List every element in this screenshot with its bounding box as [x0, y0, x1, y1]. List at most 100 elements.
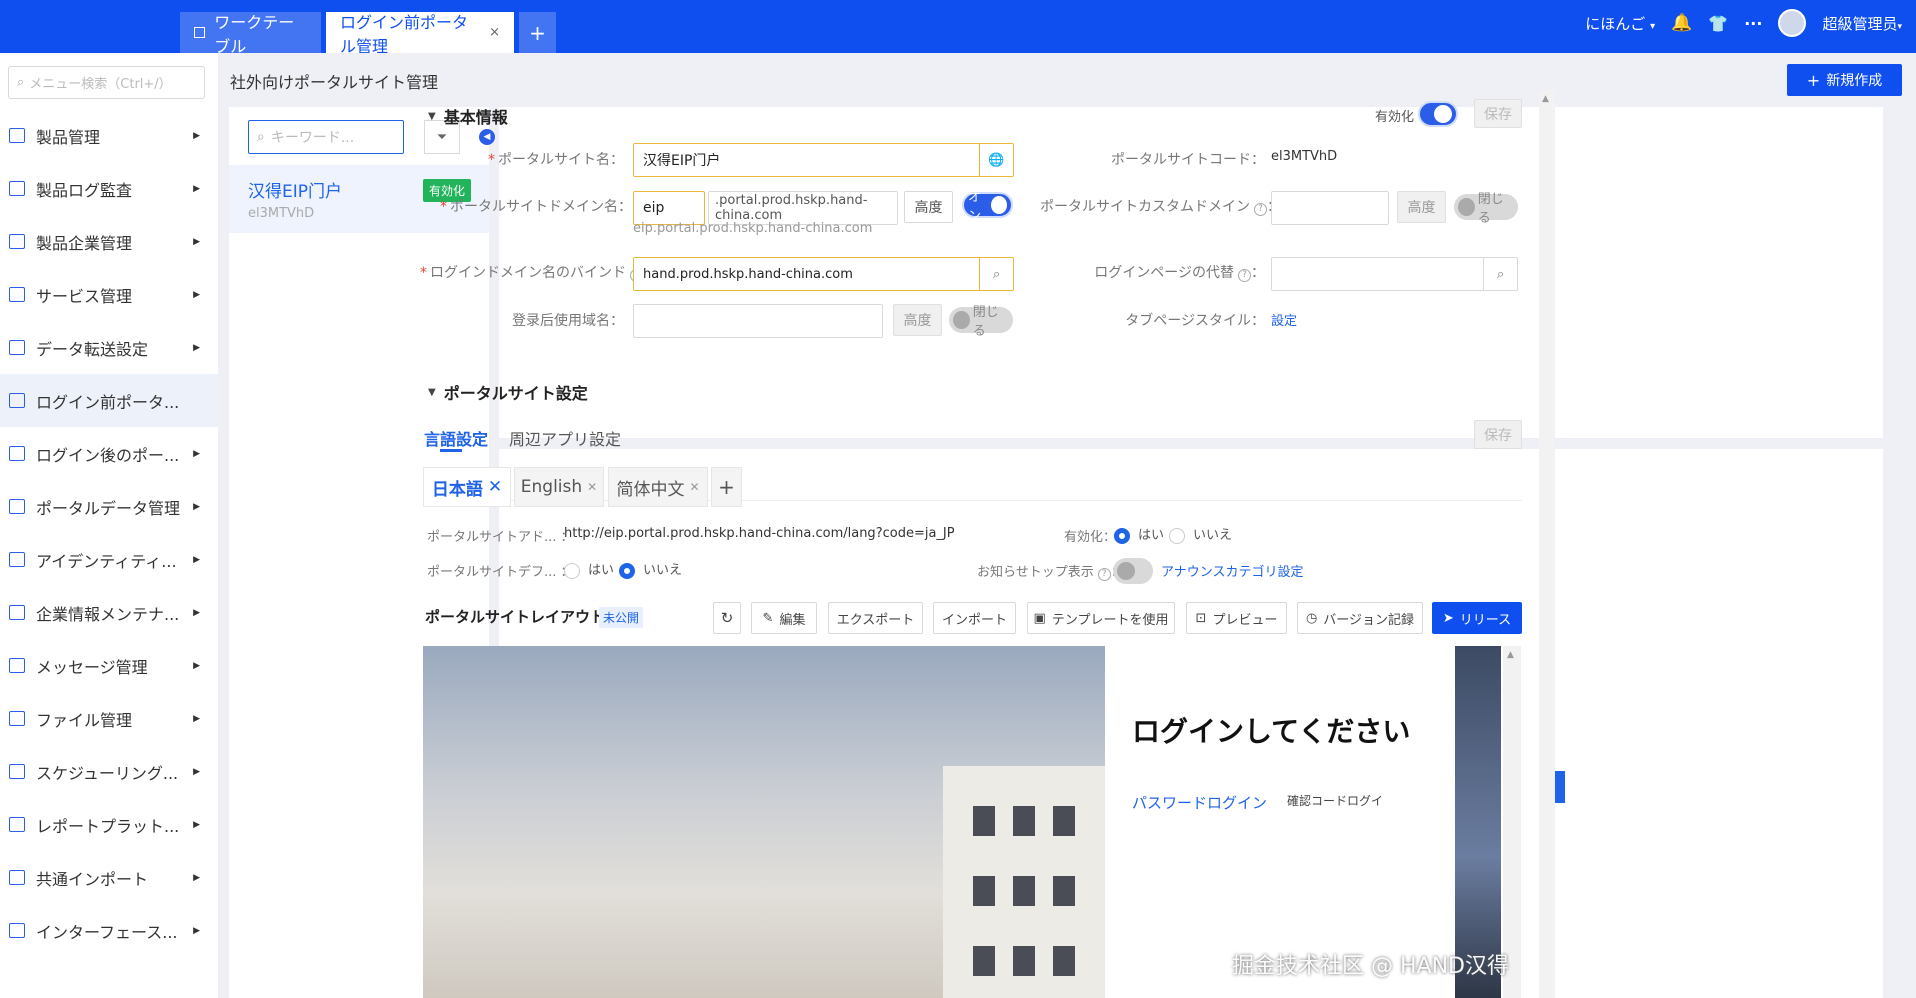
sidebar-item-label: 企業情報メンテナ...	[36, 604, 180, 624]
caret-right-icon: ▶	[193, 236, 200, 247]
close-icon[interactable]: ✕	[587, 480, 597, 494]
announcement-category-link[interactable]: アナウンスカテゴリ設定	[1161, 561, 1303, 580]
settings-save-button[interactable]: 保存	[1474, 420, 1522, 449]
sidebar-item-pre-login-portal[interactable]: ログイン前ポータ...	[0, 374, 218, 427]
sidebar-item-product-log[interactable]: 製品ログ監査 ▶	[0, 162, 218, 215]
grid-icon	[9, 499, 25, 514]
after-login-domain-input[interactable]	[633, 304, 883, 338]
close-icon[interactable]: ✕	[689, 480, 699, 494]
globe-icon[interactable]: 🌐	[979, 144, 1013, 176]
import-button[interactable]: インポート	[933, 602, 1016, 634]
tab-language-settings[interactable]: 言語設定	[424, 426, 488, 450]
sidebar-item-product[interactable]: 製品管理 ▶	[0, 109, 218, 162]
release-button[interactable]: ➤ リリース	[1432, 602, 1522, 634]
use-template-button[interactable]: ▣ テンプレートを使用	[1027, 602, 1175, 634]
password-login-tab[interactable]: パスワードログイン	[1132, 792, 1267, 813]
login-domain-input[interactable]: hand.prod.hskp.hand-china.com ⌕	[633, 257, 1014, 291]
after-login-advanced-button[interactable]: 高度	[893, 304, 942, 336]
enable-no-radio[interactable]: いいえ	[1169, 524, 1232, 544]
site-name-input[interactable]: 汉得EIP门户 🌐	[633, 143, 1014, 177]
edit-button[interactable]: ✎ 編集	[751, 602, 817, 634]
help-icon[interactable]: ?	[1254, 203, 1267, 216]
sidebar-item-company-info[interactable]: 企業情報メンテナ... ▶	[0, 586, 218, 639]
version-history-button[interactable]: ◷ バージョン記録	[1297, 602, 1423, 634]
after-login-toggle[interactable]: 閉じる	[949, 305, 1013, 339]
domain-toggle[interactable]: オン	[962, 190, 1013, 224]
add-language-button[interactable]: +	[711, 467, 742, 507]
advanced-button[interactable]: 高度	[904, 191, 953, 223]
menu-search-input[interactable]: ⌕ メニュー検索（Ctrl+/）	[8, 66, 205, 99]
default-no-radio[interactable]: いいえ	[619, 559, 682, 579]
sidebar-item-scheduling[interactable]: スケジューリング... ▶	[0, 745, 218, 798]
caret-right-icon: ▶	[193, 713, 200, 724]
export-label: エクスポート	[836, 612, 915, 628]
sidebar-item-file[interactable]: ファイル管理 ▶	[0, 692, 218, 745]
lang-tab-ja[interactable]: 日本語 ✕	[423, 467, 511, 507]
custom-advanced-button[interactable]: 高度	[1397, 191, 1446, 223]
preview-scrollbar[interactable]: ▲	[1503, 646, 1521, 998]
sidebar-item-service[interactable]: サービス管理 ▶	[0, 268, 218, 321]
basic-save-button[interactable]: 保存	[1474, 99, 1522, 128]
keyword-search-input[interactable]: ⌕ キーワード...	[248, 120, 404, 154]
user-name: 超級管理员	[1822, 14, 1898, 33]
close-icon[interactable]: ✕	[488, 477, 502, 497]
lang-tab-zh[interactable]: 简体中文 ✕	[608, 467, 708, 507]
language-selector[interactable]: にほんご ▾	[1585, 13, 1655, 34]
filter-icon: ⏷	[436, 129, 448, 145]
refresh-button[interactable]: ↻	[713, 602, 741, 634]
search-list-icon[interactable]: ⌕	[979, 258, 1013, 290]
caret-right-icon: ▶	[193, 766, 200, 777]
enable-toggle[interactable]	[1418, 101, 1458, 127]
sidebar-item-label: レポートプラット...	[36, 816, 180, 836]
caret-right-icon: ▶	[193, 448, 200, 459]
sidebar-item-data-transfer[interactable]: データ転送設定 ▶	[0, 321, 218, 374]
close-icon[interactable]: ×	[489, 25, 500, 40]
more-icon[interactable]: ···	[1744, 14, 1762, 33]
layout-preview: ログインしてください パスワードログイン 確認コードログイ ▲ 掘金技术社区 @…	[423, 646, 1521, 998]
sidebar-item-message[interactable]: メッセージ管理 ▶	[0, 639, 218, 692]
domain-prefix-input[interactable]: eip	[633, 191, 705, 225]
sidebar-item-identity[interactable]: アイデンティティ... ▶	[0, 533, 218, 586]
collapse-panel-button[interactable]: ◀	[479, 129, 495, 145]
preview-button[interactable]: ⊡ プレビュー	[1186, 602, 1287, 634]
sidebar-item-report[interactable]: レポートプラット... ▶	[0, 798, 218, 851]
portal-code: el3MTVhD	[248, 206, 315, 221]
login-replace-input[interactable]: ⌕	[1271, 257, 1518, 291]
custom-domain-toggle[interactable]: 閉じる	[1454, 192, 1518, 226]
sidebar-item-interface[interactable]: インターフェース... ▶	[0, 904, 218, 957]
tab-style-link[interactable]: 設定	[1271, 310, 1297, 329]
shirt-icon[interactable]: 👕	[1708, 14, 1728, 33]
caret-right-icon: ▶	[193, 819, 200, 830]
default-yes-radio[interactable]: はい	[564, 559, 614, 579]
tab-portal-management[interactable]: ログイン前ポータル管理 ×	[326, 12, 514, 56]
new-button[interactable]: + 新規作成	[1787, 64, 1902, 96]
avatar[interactable]	[1778, 9, 1807, 37]
tab-workbench[interactable]: ワークテーブル	[180, 12, 321, 56]
user-menu[interactable]: 超級管理员▾	[1822, 13, 1902, 34]
notice-top-toggle[interactable]	[1113, 558, 1153, 584]
page-scrollbar[interactable]: ▲	[1539, 90, 1555, 998]
pencil-icon: ✎	[762, 610, 774, 626]
sidebar-item-product-company[interactable]: 製品企業管理 ▶	[0, 215, 218, 268]
help-icon[interactable]: ?	[1097, 568, 1111, 581]
sidebar-item-portal-data[interactable]: ポータルデータ管理 ▶	[0, 480, 218, 533]
code-login-tab[interactable]: 確認コードログイ	[1287, 792, 1383, 809]
chevron-down-icon: ▾	[1897, 21, 1902, 32]
search-icon: ⌕	[257, 129, 265, 145]
export-button[interactable]: エクスポート	[828, 602, 923, 634]
sidebar-item-post-login-portal[interactable]: ログイン後のポー... ▶	[0, 427, 218, 480]
custom-domain-input[interactable]	[1271, 191, 1389, 225]
no-label: いいえ	[643, 563, 683, 578]
scroll-up-icon: ▲	[1507, 650, 1514, 660]
sidebar-item-import[interactable]: 共通インポート ▶	[0, 851, 218, 904]
add-tab-button[interactable]: +	[519, 12, 556, 53]
module-icon	[9, 446, 25, 461]
basic-info-title[interactable]: ▼ 基本情報	[428, 104, 508, 128]
bell-icon[interactable]: 🔔	[1671, 13, 1692, 33]
help-icon[interactable]: ?	[1238, 269, 1251, 282]
lang-tab-en[interactable]: English ✕	[514, 467, 604, 507]
enable-yes-radio[interactable]: はい	[1114, 524, 1164, 544]
search-list-icon[interactable]: ⌕	[1483, 258, 1517, 290]
portal-settings-title[interactable]: ▼ ポータルサイト設定	[428, 380, 588, 404]
tab-peripheral-apps[interactable]: 周辺アプリ設定	[509, 426, 621, 450]
